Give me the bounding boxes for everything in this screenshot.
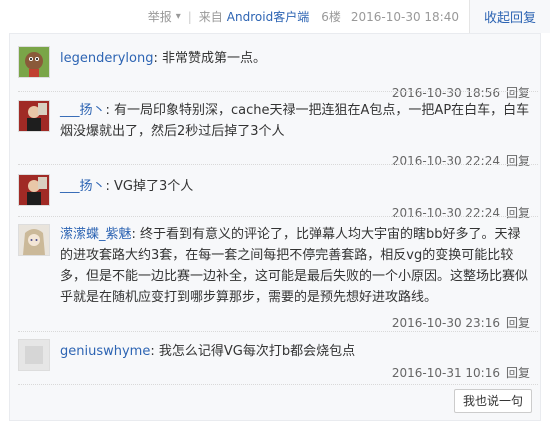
avatar[interactable] (18, 224, 50, 256)
username-link[interactable]: 潆潆蝶_紫魅 (60, 227, 132, 242)
report-caret-icon[interactable]: ▾ (176, 11, 181, 22)
post-meta-bar: 举报 ▾ | 来自 Android客户端 6楼 2016-10-30 18:40 … (0, 0, 550, 33)
colon: : (150, 344, 159, 359)
reply-time: 2016-10-30 22:24 (391, 154, 500, 168)
reply-link[interactable]: 回复 (506, 86, 530, 100)
floor-number: 6楼 (321, 10, 341, 24)
username-link[interactable]: ___扬丶 (60, 103, 106, 118)
reply-link[interactable]: 回复 (506, 206, 530, 220)
divider (18, 91, 538, 92)
post-meta: 举报 ▾ | 来自 Android客户端 6楼 2016-10-30 18:40 (148, 8, 459, 25)
divider (18, 384, 538, 385)
colon: : (153, 51, 162, 66)
reply-time: 2016-10-30 22:24 (391, 206, 500, 220)
from-prefix: 来自 (198, 10, 223, 24)
divider (18, 216, 538, 217)
reply-time: 2016-10-30 23:16 (391, 316, 500, 330)
divider (18, 164, 538, 165)
meta-divider: | (187, 9, 192, 24)
reply-text: VG掉了3个人 (114, 179, 194, 194)
reply-content: legenderylong: 非常赞成第一点。 (60, 48, 530, 69)
avatar[interactable] (18, 339, 50, 371)
collapse-replies-button[interactable]: 收起回复 (468, 0, 550, 33)
report-link[interactable]: 举报 (148, 8, 172, 25)
colon: : (131, 227, 141, 242)
avatar[interactable] (18, 174, 50, 206)
reply-time: 2016-10-31 10:16 (391, 366, 500, 380)
reply-content: ___扬丶: 有一局印象特别深，cache天禄一把连狙在A包点，一把AP在白车，… (60, 100, 530, 142)
reply-panel: legenderylong: 非常赞成第一点。 2016-10-30 18:56… (9, 33, 541, 421)
reply-footer: 2016-10-31 10:16 回复 (392, 364, 530, 381)
reply-content: ___扬丶: VG掉了3个人 (60, 176, 530, 197)
colon: : (105, 179, 115, 194)
say-something-button[interactable]: 我也说一句 (453, 389, 532, 413)
avatar[interactable] (18, 100, 50, 132)
reply-content: geniuswhyme: 我怎么记得VG每次打b都会烧包点 (60, 341, 530, 362)
username-link[interactable]: ___扬丶 (60, 179, 106, 194)
colon: : (105, 103, 115, 118)
divider (18, 331, 538, 332)
reply-link[interactable]: 回复 (506, 154, 530, 168)
post-datetime: 2016-10-30 18:40 (350, 9, 459, 24)
reply-content: 潆潆蝶_紫魅: 终于看到有意义的评论了，比弹幕人均大宇宙的瞎bb好多了。天禄的进… (60, 224, 530, 308)
reply-footer: 2016-10-30 22:24 回复 (392, 204, 530, 221)
reply-footer: 2016-10-30 18:56 回复 (392, 84, 530, 101)
reply-text: 我怎么记得VG每次打b都会烧包点 (158, 344, 356, 359)
reply-link[interactable]: 回复 (506, 366, 530, 380)
reply-footer: 2016-10-30 22:24 回复 (392, 152, 530, 169)
reply-text: 非常赞成第一点。 (161, 51, 266, 66)
username-link[interactable]: legenderylong (60, 51, 153, 66)
reply-footer: 2016-10-30 23:16 回复 (392, 314, 530, 331)
username-link[interactable]: geniuswhyme (60, 344, 150, 359)
reply-text: 有一局印象特别深，cache天禄一把连狙在A包点，一把AP在白车，白车烟没爆就出… (60, 103, 530, 139)
reply-time: 2016-10-30 18:56 (391, 86, 500, 100)
avatar[interactable] (18, 46, 50, 78)
reply-link[interactable]: 回复 (506, 316, 530, 330)
client-link[interactable]: Android客户端 (227, 8, 309, 25)
